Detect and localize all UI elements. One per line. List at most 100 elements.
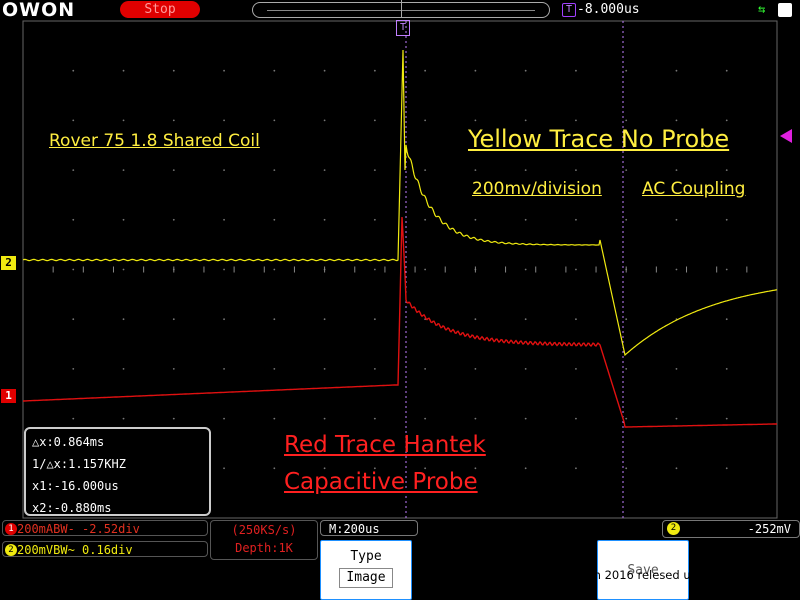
grid-dot	[625, 368, 628, 370]
timebase-readout[interactable]: M:200us	[320, 520, 418, 536]
grid-dot	[172, 368, 175, 370]
grid-dot	[122, 218, 125, 221]
ch2-indicator: 2	[5, 544, 17, 556]
acquisition-info: (250KS/s) Depth:1K	[210, 520, 318, 560]
grid-dot	[575, 69, 577, 72]
grid-dot	[474, 318, 477, 321]
grid-dot	[273, 218, 276, 221]
annotation-red-trace: Red Trace Hantek	[284, 432, 486, 458]
trigger-level-marker[interactable]	[780, 129, 792, 143]
trigger-position-marker[interactable]: T	[396, 20, 410, 36]
grid-dot	[625, 69, 628, 72]
trigger-level-readout: -252mV	[747, 522, 791, 536]
grid-dot	[424, 268, 427, 271]
grid-dot	[424, 69, 427, 72]
ch1-offset-marker[interactable]: 1	[1, 389, 16, 403]
grid-dot	[625, 119, 628, 122]
grid-dot	[122, 169, 125, 172]
grid-dot	[575, 218, 577, 221]
grid-dot	[575, 169, 577, 172]
grid-dot	[524, 417, 527, 420]
grid-dot	[323, 417, 326, 420]
grid-dot	[72, 169, 75, 172]
grid-dot	[273, 268, 276, 271]
grid-dot	[373, 318, 376, 321]
ch2-settings-text: 200mVBW~ 0.16div	[17, 543, 133, 557]
grid-dot	[474, 417, 477, 420]
grid-dot	[223, 218, 225, 221]
frequency-readout: 1/△x:1.157KHZ	[32, 457, 126, 471]
grid-dot	[373, 169, 376, 172]
grid-dot	[373, 218, 376, 221]
grid-dot	[424, 368, 427, 370]
grid-dot	[725, 318, 728, 321]
grid-dot	[474, 119, 477, 122]
grid-dot	[675, 119, 678, 122]
grid-dot	[172, 119, 175, 122]
ch1-waveform	[23, 216, 777, 428]
grid-dot	[323, 318, 326, 321]
sample-rate: (250KS/s)	[231, 523, 297, 537]
grid-dot	[725, 417, 728, 420]
grid-dot	[323, 119, 326, 122]
ch2-offset-marker[interactable]: 2	[1, 256, 16, 270]
grid-dot	[575, 368, 577, 370]
ch1-indicator: 1	[5, 523, 17, 535]
ch1-settings[interactable]: 1 200mABW- -2.52div	[2, 520, 208, 536]
grid-dot	[675, 268, 678, 271]
grid-dot	[223, 268, 225, 271]
grid-dot	[575, 318, 577, 321]
grid-dot	[524, 268, 527, 271]
grid-dot	[373, 368, 376, 370]
grid-dot	[323, 218, 326, 221]
grid-dot	[122, 69, 125, 72]
grid-dot	[474, 218, 477, 221]
grid-dot	[223, 119, 225, 122]
grid-dot	[725, 268, 728, 271]
grid-dot	[373, 69, 376, 72]
delta-x-readout: △x:0.864ms	[32, 435, 105, 449]
save-type-button[interactable]: Type Image	[320, 540, 412, 600]
grid-dot	[273, 69, 276, 72]
grid-dot	[223, 417, 225, 420]
trigger-info[interactable]: 2 -252mV	[662, 520, 800, 538]
grid-dot	[323, 169, 326, 172]
cursor-x2-readout: x2:-0.880ms	[32, 501, 112, 515]
grid-dot	[524, 318, 527, 321]
grid-dot	[72, 119, 75, 122]
grid-dot	[424, 417, 427, 420]
grid-dot	[373, 119, 376, 122]
grid-dot	[575, 467, 577, 470]
grid-dot	[122, 318, 125, 321]
grid-dot	[172, 69, 175, 72]
grid-dot	[323, 69, 326, 72]
annotation-coupling: AC Coupling	[642, 179, 746, 199]
grid-dot	[424, 218, 427, 221]
grid-dot	[474, 368, 477, 370]
grid-dot	[273, 368, 276, 370]
ch2-settings[interactable]: 2 200mVBW~ 0.16div	[2, 541, 208, 557]
grid-dot	[172, 218, 175, 221]
grid-dot	[625, 169, 628, 172]
save-type-value: Image	[339, 568, 393, 588]
grid-dot	[273, 417, 276, 420]
grid-dot	[524, 169, 527, 172]
grid-dot	[524, 368, 527, 370]
cursor-x1-readout: x1:-16.000us	[32, 479, 119, 493]
grid-dot	[424, 169, 427, 172]
grid-dot	[575, 268, 577, 271]
grid-dot	[172, 417, 175, 420]
annotation-title: Rover 75 1.8 Shared Coil	[49, 131, 260, 151]
grid-dot	[524, 69, 527, 72]
grid-dot	[122, 119, 125, 122]
annotation-scale: 200mv/division	[472, 179, 602, 199]
grid-dot	[524, 218, 527, 221]
grid-dot	[72, 268, 75, 271]
grid-dot	[223, 368, 225, 370]
grid-dot	[625, 218, 628, 221]
grid-dot	[675, 417, 678, 420]
grid-dot	[424, 119, 427, 122]
grid-dot	[625, 417, 628, 420]
grid-dot	[122, 368, 125, 370]
author-credit: A W MacFadyen 2016 relesed under GPL	[510, 568, 743, 582]
